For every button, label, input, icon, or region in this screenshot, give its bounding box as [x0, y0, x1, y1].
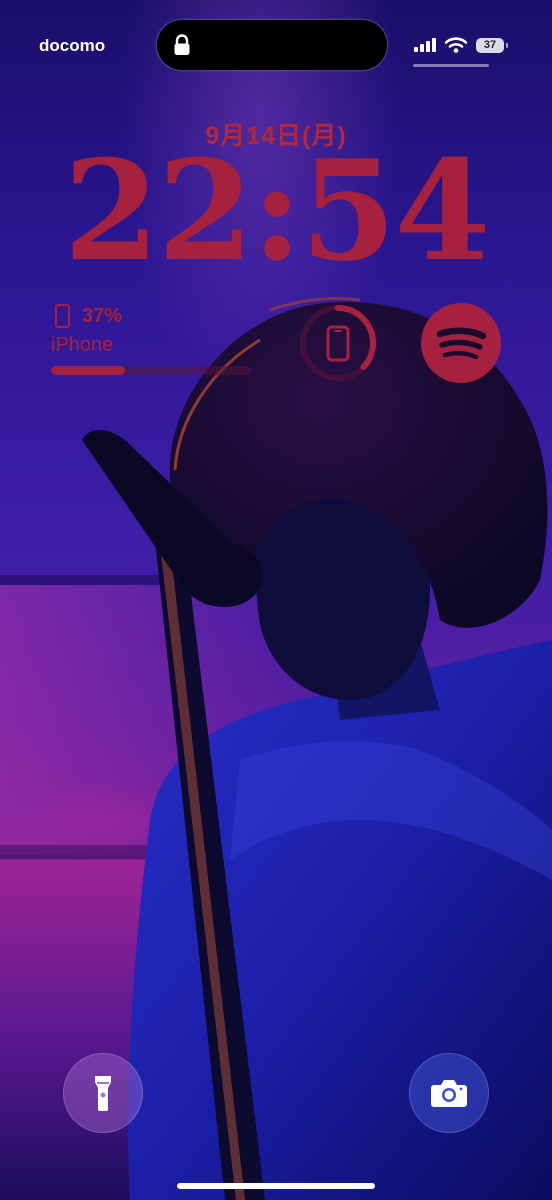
lock-time: 22:54	[63, 129, 490, 292]
home-indicator[interactable]	[177, 1183, 375, 1189]
camera-button[interactable]	[409, 1053, 489, 1133]
spotify-widget[interactable]	[421, 303, 501, 383]
lock-screen: docomo 37 9月14日(月) 22:54 37% iPhone	[0, 0, 552, 1200]
battery-level-bar	[51, 366, 251, 375]
battery-device-label: iPhone	[51, 334, 114, 356]
spotify-icon	[436, 327, 487, 360]
flashlight-icon	[95, 1076, 111, 1111]
battery-widget-header: 37%	[51, 304, 251, 328]
phone-icon	[326, 325, 350, 362]
camera-icon	[431, 1080, 467, 1107]
flashlight-button[interactable]	[63, 1053, 143, 1133]
lock-icon	[174, 34, 190, 55]
battery-widget[interactable]: 37% iPhone	[51, 304, 251, 375]
control-center-grabber[interactable]	[413, 64, 489, 67]
dynamic-island[interactable]	[157, 20, 387, 70]
cellular-signal-icon	[414, 38, 436, 52]
wifi-icon	[445, 37, 467, 53]
battery-level-fill	[51, 366, 125, 375]
battery-icon: 37	[476, 37, 508, 53]
battery-ring-widget[interactable]	[298, 303, 378, 383]
phone-battery-icon	[55, 304, 70, 328]
status-indicators: 37	[414, 37, 508, 53]
carrier-name: docomo	[39, 36, 106, 55]
battery-percent: 37%	[82, 304, 123, 327]
